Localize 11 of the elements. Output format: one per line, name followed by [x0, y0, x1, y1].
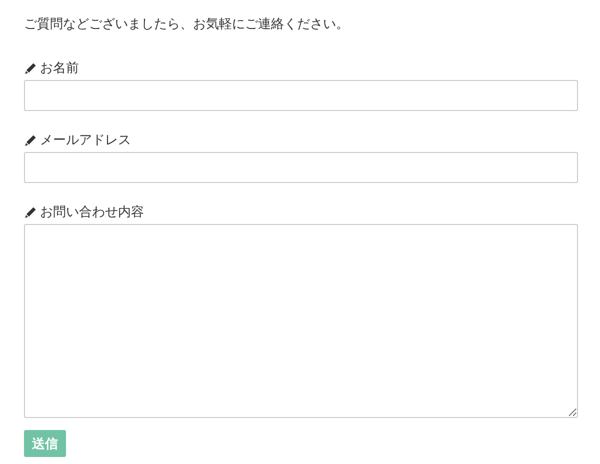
pencil-icon [24, 62, 37, 74]
submit-button[interactable]: 送信 [24, 430, 66, 457]
input-field[interactable] [24, 152, 578, 183]
field-label: お問い合わせ内容 [40, 204, 144, 221]
pencil-icon [24, 206, 37, 218]
pencil-icon [24, 134, 37, 146]
intro-text: ご質問などございましたら、お気軽にご連絡ください。 [24, 16, 350, 34]
input-field[interactable] [24, 80, 578, 111]
field-label: お名前 [40, 60, 79, 77]
field-label: メールアドレス [40, 132, 131, 149]
message-field[interactable] [24, 224, 578, 418]
